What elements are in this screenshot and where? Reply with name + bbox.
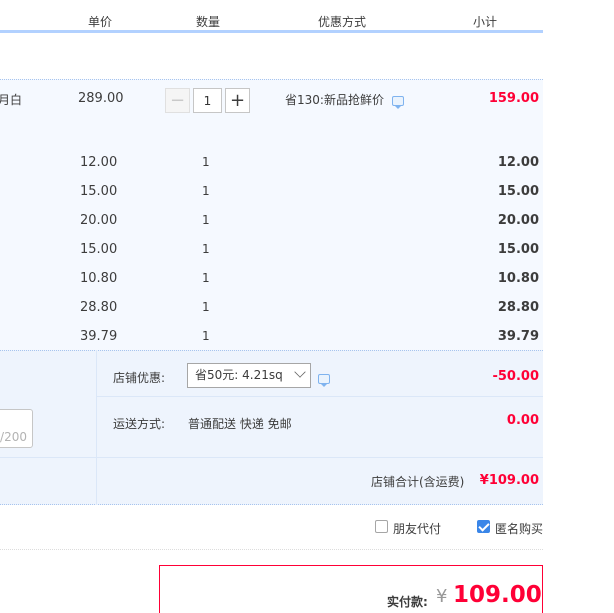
item-unit-price: 15.00 xyxy=(80,184,118,199)
item-qty: 1 xyxy=(202,242,210,256)
item-subtotal: 15.00 xyxy=(497,184,539,199)
item-subtotal: 39.79 xyxy=(497,329,539,344)
column-header-discount: 优惠方式 xyxy=(317,15,366,29)
shop-total-label: 店铺合计(含运费) xyxy=(371,475,465,489)
chevron-down-icon xyxy=(294,366,306,378)
currency-symbol: ¥ xyxy=(436,586,448,607)
anonymous-label[interactable]: 匿名购买 xyxy=(495,520,543,537)
item-subtotal: 15.00 xyxy=(497,242,539,257)
anonymous-checkbox[interactable] xyxy=(477,520,490,533)
item-name[interactable]: 月白 xyxy=(0,91,22,108)
item-unit-price: 28.80 xyxy=(80,300,118,315)
row-divider xyxy=(97,396,543,397)
row-divider xyxy=(0,457,543,458)
column-header-subtotal: 小计 xyxy=(472,15,497,29)
increase-quantity-button[interactable]: + xyxy=(225,88,250,113)
comment-icon[interactable] xyxy=(391,95,404,109)
item-subtotal: 10.80 xyxy=(497,271,539,286)
decrease-quantity-button[interactable]: − xyxy=(165,88,190,113)
item-qty: 1 xyxy=(202,271,210,285)
shop-promo-select[interactable]: 省50元: 4.21sq xyxy=(187,363,311,388)
friend-pay-label[interactable]: 朋友代付 xyxy=(393,520,441,537)
options-divider xyxy=(0,549,543,550)
item-unit-price: 12.00 xyxy=(80,155,118,170)
shop-promo-amount: -50.00 xyxy=(492,369,539,384)
item-qty: 1 xyxy=(202,300,210,314)
seller-message-field[interactable]: /200 xyxy=(0,409,33,448)
shop-total-amount: ¥109.00 xyxy=(479,473,539,488)
char-counter: /200 xyxy=(0,430,27,444)
friend-pay-checkbox[interactable] xyxy=(375,520,388,533)
shop-promo-selected: 省50元: 4.21sq xyxy=(195,368,283,382)
item-qty: 1 xyxy=(202,329,210,343)
item-unit-price: 289.00 xyxy=(78,91,124,106)
discount-label: 省130:新品抢鲜价 xyxy=(285,93,384,107)
item-unit-price: 15.00 xyxy=(80,242,118,257)
item-subtotal: 12.00 xyxy=(497,155,539,170)
shipping-label: 运送方式: xyxy=(113,417,166,431)
column-header-qty: 数量 xyxy=(195,15,220,29)
payment-summary-box: 实付款: ¥ 109.00 xyxy=(159,565,543,613)
quantity-input[interactable]: 1 xyxy=(193,88,222,113)
item-unit-price: 39.79 xyxy=(80,329,118,344)
payment-amount: 109.00 xyxy=(453,582,542,608)
item-unit-price: 20.00 xyxy=(80,213,118,228)
shipping-amount: 0.00 xyxy=(506,413,539,428)
payment-label: 实付款: xyxy=(387,595,428,609)
item-subtotal: 159.00 xyxy=(488,91,539,106)
header-underline xyxy=(0,30,543,33)
item-qty: 1 xyxy=(202,155,210,169)
shop-promo-label: 店铺优惠: xyxy=(113,371,166,385)
item-subtotal: 20.00 xyxy=(497,213,539,228)
item-qty: 1 xyxy=(202,213,210,227)
quantity-stepper: − 1 + xyxy=(165,88,250,113)
discount-method: 省130:新品抢鲜价 xyxy=(285,91,404,109)
shipping-method: 普通配送 快递 免邮 xyxy=(188,417,292,431)
item-unit-price: 10.80 xyxy=(80,271,118,286)
column-header-price: 单价 xyxy=(87,15,112,29)
item-qty: 1 xyxy=(202,184,210,198)
comment-icon[interactable] xyxy=(318,373,330,387)
item-subtotal: 28.80 xyxy=(497,300,539,315)
